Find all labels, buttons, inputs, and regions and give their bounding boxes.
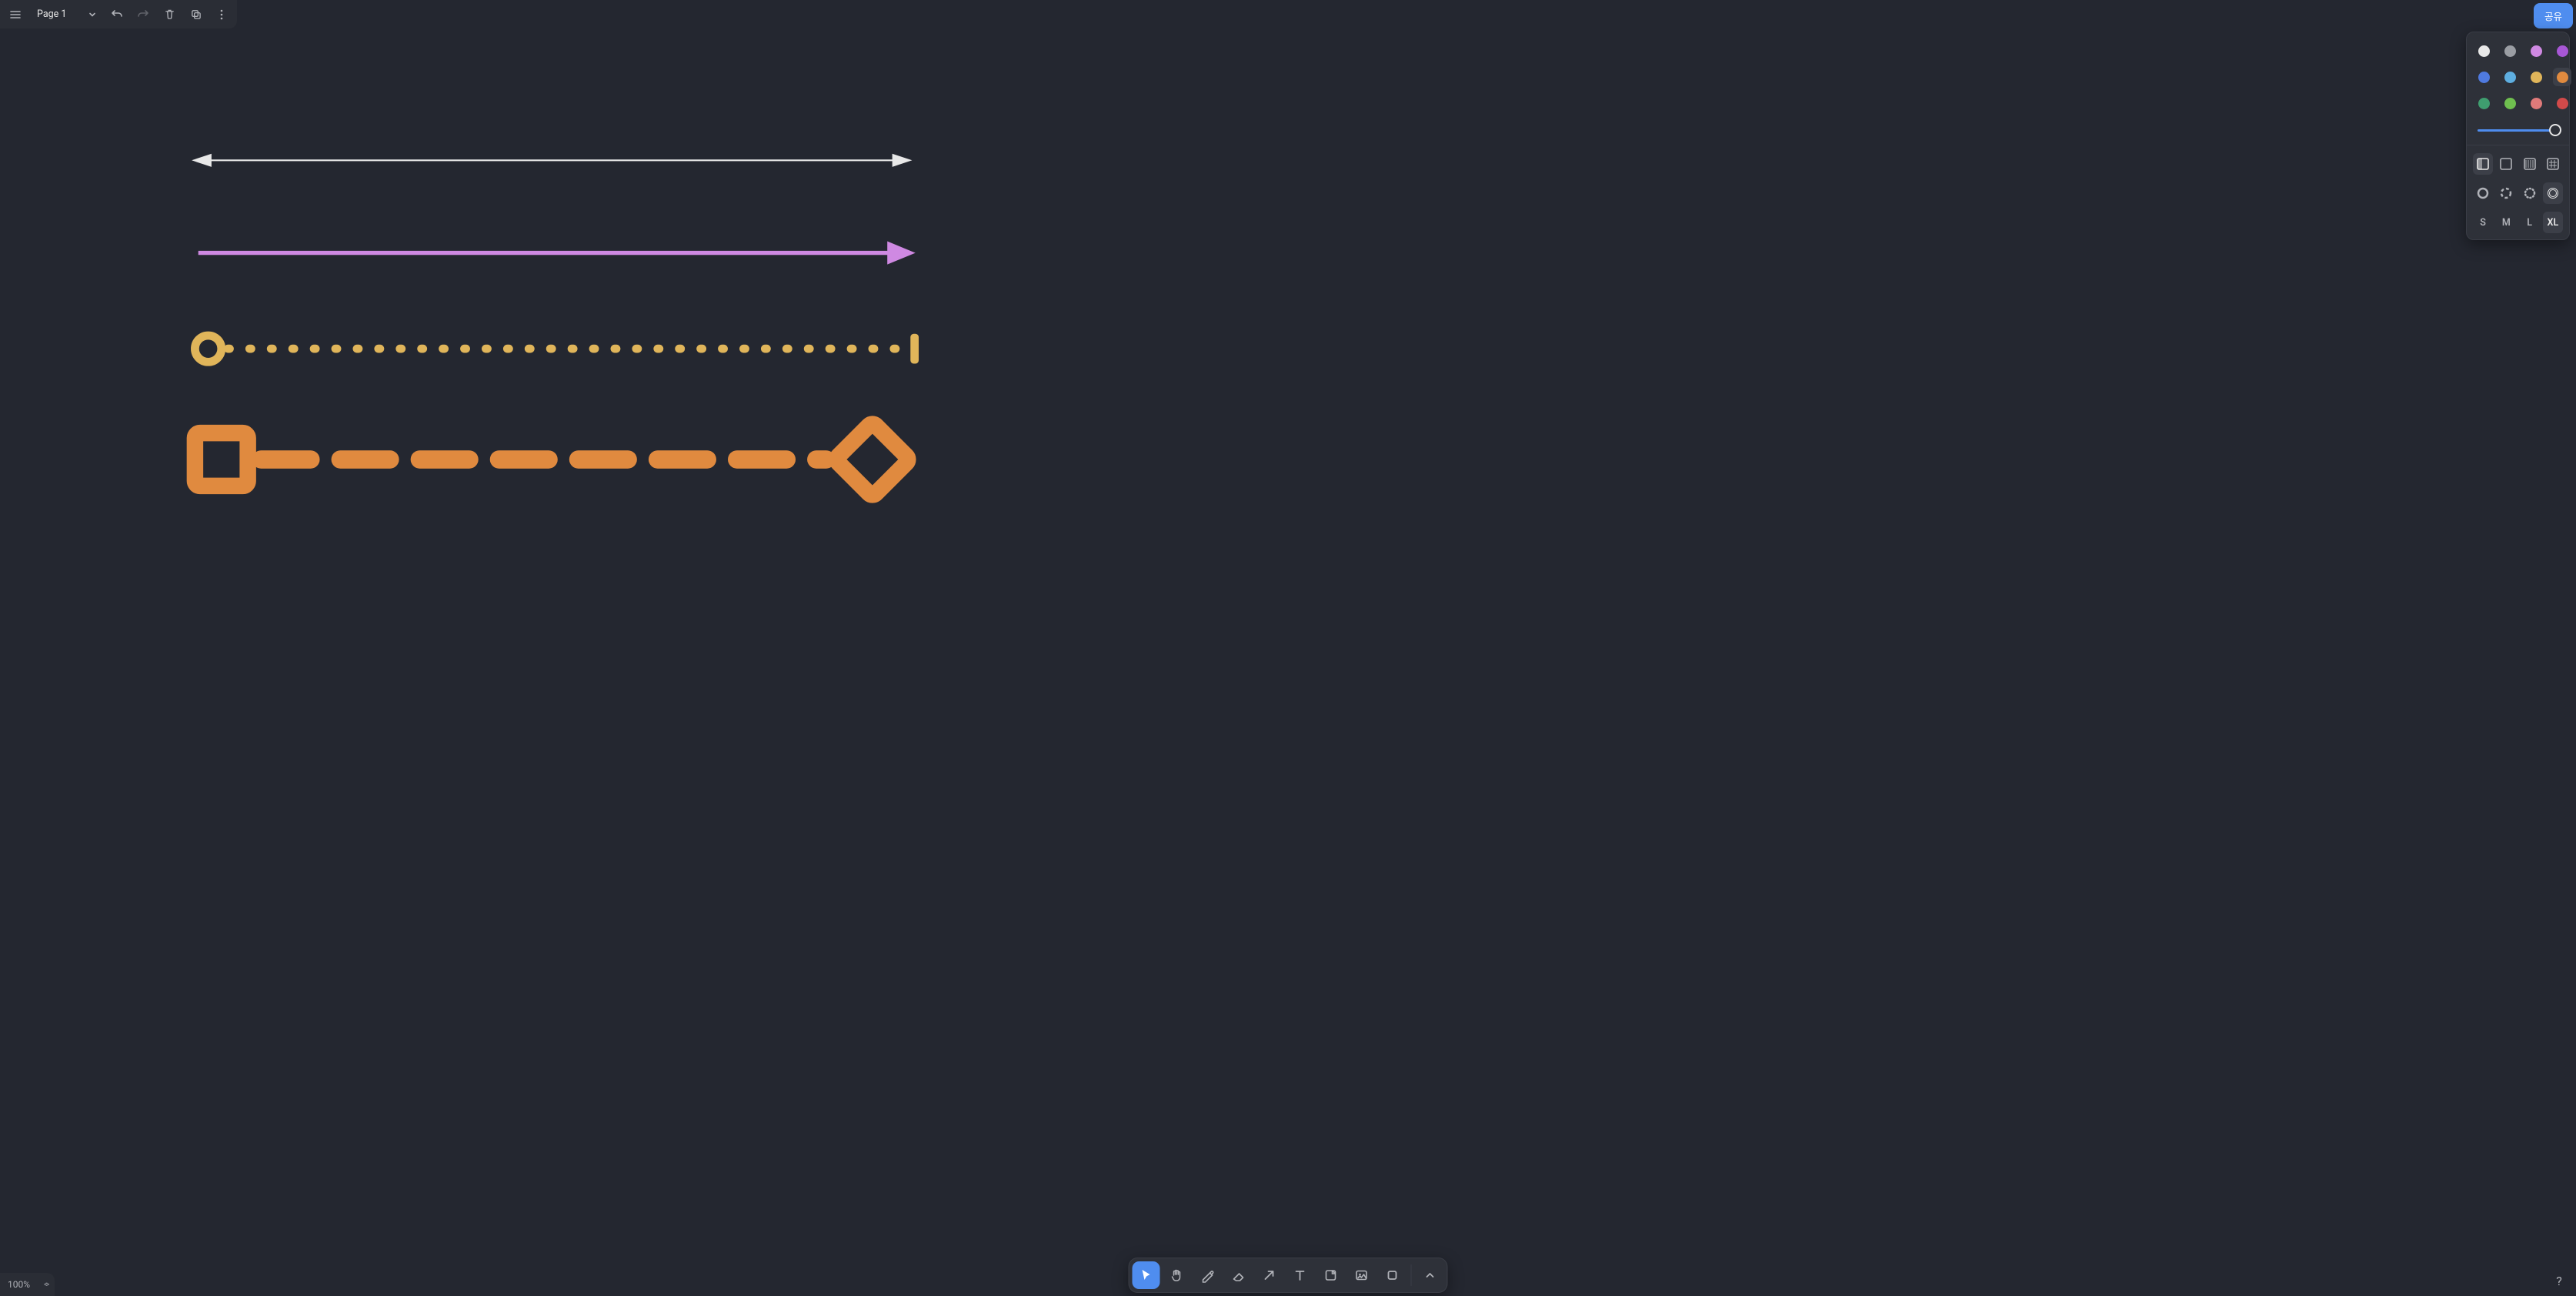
color-dot xyxy=(2557,45,2568,57)
tool-eraser[interactable] xyxy=(1225,1261,1253,1289)
tool-arrow[interactable] xyxy=(1256,1261,1283,1289)
more-button[interactable] xyxy=(209,2,234,27)
color-dot xyxy=(2478,72,2490,83)
stroke-option-dotted[interactable] xyxy=(2520,182,2540,204)
color-swatch-light-green[interactable] xyxy=(2501,94,2519,112)
zoom-value: 100% xyxy=(8,1279,30,1290)
color-dot xyxy=(2478,45,2490,57)
color-dot xyxy=(2557,72,2568,83)
opacity-slider[interactable] xyxy=(2473,123,2563,137)
stroke-option-dashed[interactable] xyxy=(2496,182,2516,204)
color-swatch-purple[interactable] xyxy=(2553,42,2571,60)
color-swatch-light-blue[interactable] xyxy=(2501,68,2519,86)
size-option-l[interactable]: L xyxy=(2520,212,2540,233)
size-option-row: SMLXL xyxy=(2473,212,2563,233)
color-dot xyxy=(2504,98,2516,109)
color-swatch-green[interactable] xyxy=(2474,94,2493,112)
color-swatch-pink[interactable] xyxy=(2527,94,2545,112)
fill-option-solid[interactable] xyxy=(2496,153,2516,175)
share-button[interactable]: 공유 xyxy=(2534,3,2573,28)
size-option-m[interactable]: M xyxy=(2496,212,2516,233)
size-option-s[interactable]: S xyxy=(2473,212,2493,233)
color-swatch-light-purple[interactable] xyxy=(2527,42,2545,60)
color-dot xyxy=(2504,72,2516,83)
color-dot xyxy=(2478,98,2490,109)
color-dot xyxy=(2531,45,2542,57)
size-option-xl[interactable]: XL xyxy=(2543,212,2563,233)
bottom-toolbar xyxy=(1129,1258,1448,1293)
canvas-line-purple[interactable] xyxy=(199,242,916,265)
tool-image[interactable] xyxy=(1348,1261,1376,1289)
zoom-arrows-icon: <> xyxy=(44,1281,47,1289)
duplicate-button[interactable] xyxy=(183,2,208,27)
share-label: 공유 xyxy=(2544,12,2562,23)
tool-select[interactable] xyxy=(1133,1261,1160,1289)
tool-shape[interactable] xyxy=(1379,1261,1406,1289)
tool-hand[interactable] xyxy=(1163,1261,1191,1289)
opacity-thumb[interactable] xyxy=(2549,124,2561,136)
help-button[interactable]: ? xyxy=(2548,1270,2570,1291)
redo-button[interactable] xyxy=(131,2,155,27)
color-swatch-blue[interactable] xyxy=(2474,68,2493,86)
page-selector[interactable]: Page 1 xyxy=(29,2,103,27)
menu-button[interactable] xyxy=(3,2,28,27)
page-label: Page 1 xyxy=(37,8,66,20)
fill-option-row xyxy=(2473,153,2563,175)
opacity-track xyxy=(2478,129,2558,132)
style-panel: SMLXL xyxy=(2466,32,2570,240)
chevron-down-icon xyxy=(88,10,97,19)
canvas-line-white[interactable] xyxy=(192,154,912,167)
fill-option-grid[interactable] xyxy=(2543,153,2563,175)
color-swatch-yellow[interactable] xyxy=(2527,68,2545,86)
color-dot xyxy=(2531,72,2542,83)
stroke-option-solid[interactable] xyxy=(2473,182,2493,204)
help-label: ? xyxy=(2556,1274,2562,1288)
tool-draw[interactable] xyxy=(1194,1261,1222,1289)
color-dot xyxy=(2557,98,2568,109)
canvas-line-orange[interactable] xyxy=(195,422,909,496)
color-swatch-grid xyxy=(2473,38,2563,115)
color-dot xyxy=(2531,98,2542,109)
color-swatch-orange[interactable] xyxy=(2553,68,2571,86)
color-dot xyxy=(2504,45,2516,57)
color-swatch-red[interactable] xyxy=(2553,94,2571,112)
canvas xyxy=(0,0,2576,1296)
tool-more[interactable] xyxy=(1416,1261,1444,1289)
fill-option-hatch[interactable] xyxy=(2520,153,2540,175)
tool-text[interactable] xyxy=(1286,1261,1314,1289)
stroke-option-outline[interactable] xyxy=(2543,182,2563,204)
fill-option-none[interactable] xyxy=(2473,153,2493,175)
color-swatch-white[interactable] xyxy=(2474,42,2493,60)
top-toolbar: Page 1 xyxy=(0,0,237,28)
undo-button[interactable] xyxy=(105,2,129,27)
tool-note[interactable] xyxy=(1317,1261,1345,1289)
stroke-option-row xyxy=(2473,182,2563,204)
toolbar-separator xyxy=(1411,1264,1412,1286)
color-swatch-grey[interactable] xyxy=(2501,42,2519,60)
delete-button[interactable] xyxy=(157,2,182,27)
zoom-indicator[interactable]: 100% <> xyxy=(0,1273,55,1296)
canvas-line-yellow[interactable] xyxy=(195,334,919,364)
